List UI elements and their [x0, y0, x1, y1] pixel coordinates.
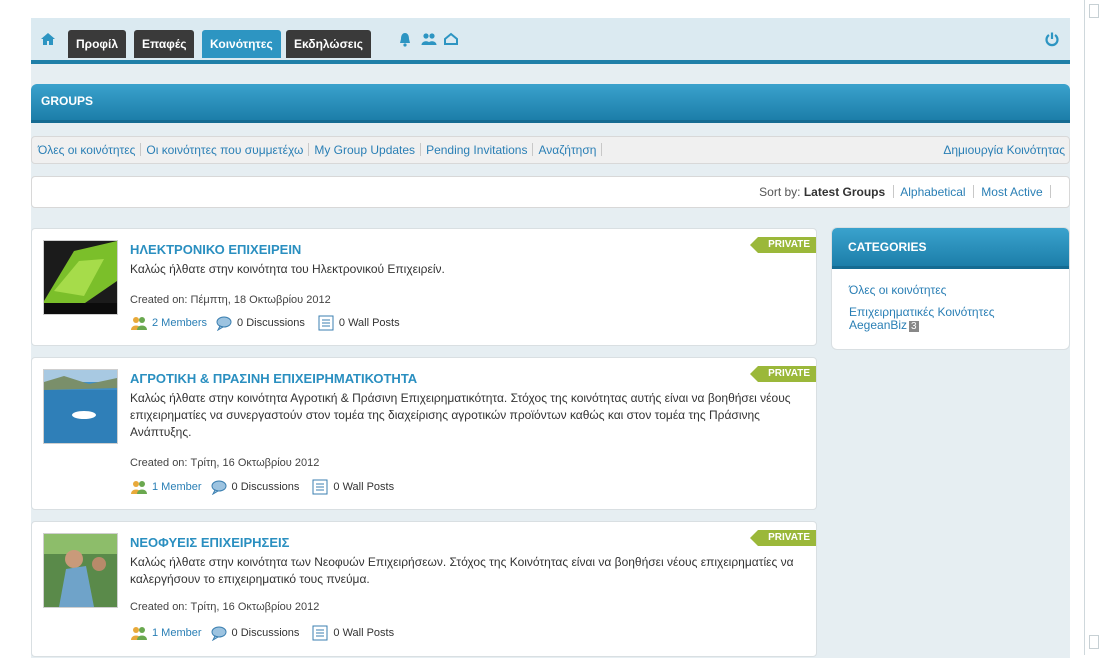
divider [892, 185, 894, 198]
filter-all-communities[interactable]: Όλες οι κοινότητες [38, 143, 135, 157]
group-card: ΗΛΕΚΤΡΟΝΙΚΟ ΕΠΙΧΕΙΡΕΙΝ Καλώς ήλθατε στην… [31, 228, 817, 346]
divider [1050, 185, 1051, 198]
sort-most-active[interactable]: Most Active [981, 185, 1042, 199]
divider [532, 143, 534, 156]
group-members-link[interactable]: 2 Members [152, 317, 207, 329]
divider [420, 143, 422, 156]
category-business-label: Επιχειρηματικές Κοινότητες AegeanBiz [849, 305, 995, 332]
categories-list: Όλες οι κοινότητες Επιχειρηματικές Κοινό… [849, 284, 1039, 332]
categories-header: CATEGORIES [832, 228, 1069, 269]
group-created-date: Created on: Τρίτη, 16 Οκτωβρίου 2012 [130, 601, 320, 613]
sort-latest-groups[interactable]: Latest Groups [804, 185, 885, 199]
private-badge: PRIVATE [750, 237, 816, 253]
group-members-link[interactable]: 1 Member [152, 481, 202, 493]
page-wrapper: Προφίλ Επαφές Κοινότητες Εκδηλώσεις GROU… [31, 18, 1070, 658]
sort-label: Sort by: [759, 185, 801, 199]
discussions-icon [216, 316, 232, 331]
filter-my-group-updates[interactable]: My Group Updates [314, 143, 415, 157]
sort-bar: Sort by: Latest Groups Alphabetical Most… [31, 176, 1070, 208]
group-thumbnail[interactable] [43, 240, 118, 315]
group-stats: 2 Members 0 Discussions 0 Wall Posts [130, 315, 412, 331]
wall-posts-icon [318, 315, 334, 331]
group-thumbnail[interactable] [43, 369, 118, 444]
filter-pending-invitations[interactable]: Pending Invitations [426, 143, 527, 157]
group-card: ΑΓΡΟΤΙΚΗ & ΠΡΑΣΙΝΗ ΕΠΙΧΕΙΡΗΜΑΤΙΚΟΤΗΤΑ Κα… [31, 357, 817, 510]
category-all-communities[interactable]: Όλες οι κοινότητες [849, 284, 1039, 297]
filter-my-communities[interactable]: Οι κοινότητες που συμμετέχω [146, 143, 303, 157]
wall-posts-icon [312, 625, 328, 641]
scroll-marker [1089, 635, 1099, 649]
group-title[interactable]: ΑΓΡΟΤΙΚΗ & ΠΡΑΣΙΝΗ ΕΠΙΧΕΙΡΗΜΑΤΙΚΟΤΗΤΑ [130, 371, 417, 386]
group-discussions-count: 0 Discussions [237, 317, 305, 329]
power-icon[interactable] [1044, 31, 1060, 47]
home-icon[interactable] [40, 31, 56, 47]
group-wall-posts-count: 0 Wall Posts [333, 481, 395, 493]
members-icon [131, 317, 147, 330]
divider [972, 185, 974, 198]
inbox-icon[interactable] [443, 31, 459, 47]
private-badge: PRIVATE [750, 366, 816, 382]
categories-title: CATEGORIES [848, 240, 927, 254]
members-icon [131, 481, 147, 494]
group-discussions-count: 0 Discussions [231, 627, 300, 639]
category-business-communities[interactable]: Επιχειρηματικές Κοινότητες AegeanBiz 3 [849, 306, 1039, 332]
scroll-marker [1089, 4, 1099, 18]
sort-alphabetical[interactable]: Alphabetical [900, 185, 965, 199]
tab-contacts[interactable]: Επαφές [134, 30, 195, 58]
groups-title: GROUPS [41, 94, 94, 108]
group-discussions-count: 0 Discussions [231, 481, 300, 493]
bell-icon[interactable] [397, 31, 413, 47]
private-badge: PRIVATE [750, 530, 816, 546]
top-toolbar: Προφίλ Επαφές Κοινότητες Εκδηλώσεις [31, 18, 1070, 64]
create-community-link[interactable]: Δημιουργία Κοινότητας [943, 143, 1065, 157]
group-title[interactable]: ΝΕΟΦΥΕΙΣ ΕΠΙΧΕΙΡΗΣΕΙΣ [130, 535, 289, 550]
group-description: Καλώς ήλθατε στην κοινότητα των Νεοφυών … [130, 555, 794, 586]
group-created-date: Created on: Τρίτη, 16 Οκτωβρίου 2012 [130, 457, 320, 469]
tab-events[interactable]: Εκδηλώσεις [286, 30, 372, 58]
group-members-link[interactable]: 1 Member [152, 627, 202, 639]
group-wall-posts-count: 0 Wall Posts [338, 317, 400, 329]
group-stats: 1 Member 0 Discussions 0 Wall Posts [130, 479, 406, 495]
discussions-icon [211, 626, 227, 641]
window-scrollbar[interactable] [1084, 0, 1099, 655]
group-title[interactable]: ΗΛΕΚΤΡΟΝΙΚΟ ΕΠΙΧΕΙΡΕΙΝ [130, 242, 301, 257]
discussions-icon [211, 480, 227, 495]
tab-communities[interactable]: Κοινότητες [202, 30, 281, 58]
group-wall-posts-count: 0 Wall Posts [333, 627, 395, 639]
divider [140, 143, 142, 156]
tab-profile[interactable]: Προφίλ [68, 30, 127, 58]
group-description: Καλώς ήλθατε στην κοινότητα Αγροτική & Π… [130, 391, 791, 439]
group-thumbnail[interactable] [43, 533, 118, 608]
divider [308, 143, 310, 156]
category-count-badge: 3 [909, 321, 919, 332]
wall-posts-icon [312, 479, 328, 495]
categories-panel: CATEGORIES Όλες οι κοινότητες Επιχειρημα… [831, 227, 1070, 350]
members-icon [131, 627, 147, 640]
group-stats: 1 Member 0 Discussions 0 Wall Posts [130, 625, 406, 641]
group-card: ΝΕΟΦΥΕΙΣ ΕΠΙΧΕΙΡΗΣΕΙΣ Καλώς ήλθατε στην … [31, 521, 817, 657]
groups-filter-nav: Όλες οι κοινότητες Οι κοινότητες που συμμ… [31, 136, 1070, 164]
divider [601, 143, 603, 156]
group-description: Καλώς ήλθατε στην κοινότητα του Ηλεκτρον… [130, 262, 445, 276]
groups-header: GROUPS [31, 84, 1070, 123]
group-created-date: Created on: Πέμπτη, 18 Οκτωβρίου 2012 [130, 294, 331, 306]
friends-icon[interactable] [421, 31, 437, 47]
filter-search[interactable]: Αναζήτηση [538, 143, 596, 157]
